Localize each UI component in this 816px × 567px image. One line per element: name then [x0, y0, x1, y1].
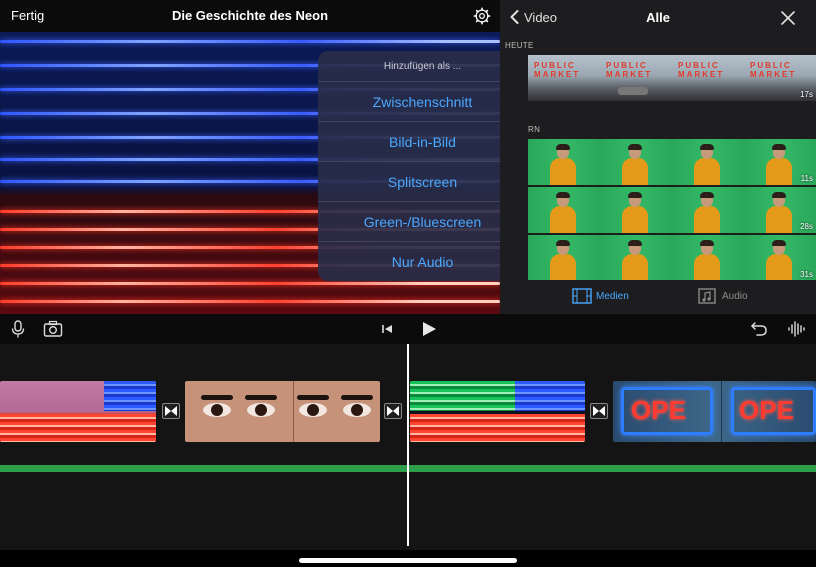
neon-strip — [410, 414, 585, 442]
play-icon[interactable] — [419, 319, 439, 339]
neon-tube — [0, 282, 500, 285]
timeline[interactable]: OPE OPE — [0, 344, 816, 550]
clip-thumbnail — [672, 235, 744, 281]
transition-icon — [387, 406, 399, 416]
person-shape — [694, 144, 720, 185]
neon-strip — [410, 381, 515, 411]
person-shape — [622, 240, 648, 281]
person-shape — [622, 192, 648, 233]
person-shape — [550, 144, 576, 185]
person-shape — [766, 144, 792, 185]
car-shape — [618, 87, 648, 95]
transition-button[interactable] — [384, 403, 402, 419]
neon-strip — [0, 414, 156, 442]
person-shape — [766, 240, 792, 281]
clip-thumbnail: PUBLIC MARKET — [600, 55, 672, 101]
open-sign-text: OPE — [739, 395, 794, 425]
clip-row[interactable]: PUBLIC MARKET PUBLIC MARKET PUBLIC MARKE… — [528, 55, 816, 101]
transition-icon — [593, 406, 605, 416]
eyebrow-shape — [297, 395, 329, 400]
clip-row[interactable]: 11s — [528, 139, 816, 185]
browser-tab-bar: Medien Audio — [500, 280, 816, 314]
tab-label: Medien — [596, 291, 629, 302]
browser-title: Alle — [646, 10, 670, 25]
eyebrow-shape — [201, 395, 233, 400]
clip-thumbnail: PUBLIC MARKET — [672, 55, 744, 101]
eye-shape — [343, 403, 371, 417]
transition-button[interactable] — [590, 403, 608, 419]
clip-thumbnail — [600, 235, 672, 281]
clip-thumbnail — [600, 187, 672, 233]
clip-thumbnail — [672, 139, 744, 185]
media-browser: Video Alle HEUTE PUBLIC MARKET PUBLIC MA… — [500, 0, 816, 314]
clip-row[interactable]: 31s — [528, 235, 816, 281]
person-shape — [694, 192, 720, 233]
person-shape — [622, 144, 648, 185]
section-label-today: HEUTE — [505, 41, 534, 50]
project-title: Die Geschichte des Neon — [171, 8, 329, 23]
popover-item-green-blue-screen[interactable]: Green-/Bluescreen — [318, 202, 527, 242]
section-label-earlier: RN — [528, 125, 541, 134]
music-note-icon — [698, 288, 716, 304]
playhead[interactable] — [407, 344, 409, 546]
home-indicator[interactable] — [299, 558, 517, 563]
gear-icon[interactable] — [473, 7, 491, 25]
close-icon[interactable] — [781, 11, 795, 25]
eyebrow-shape — [341, 395, 373, 400]
timeline-clip[interactable] — [0, 381, 156, 442]
eye-shape — [203, 403, 231, 417]
timeline-clip[interactable]: OPE OPE — [613, 381, 816, 442]
tab-label: Audio — [722, 291, 748, 302]
timeline-clip[interactable] — [410, 381, 585, 442]
clip-thumbnail — [528, 235, 600, 281]
clip-duration: 31s — [800, 270, 813, 279]
timeline-toolbar — [0, 314, 816, 344]
open-sign-text: OPE — [631, 395, 686, 425]
clip-thumbnail — [528, 139, 600, 185]
popover-item-audio-only[interactable]: Nur Audio — [318, 242, 527, 281]
microphone-icon[interactable] — [8, 319, 28, 339]
add-as-popover: Hinzufügen als ... Zwischenschnitt Bild-… — [318, 51, 527, 281]
clip-sign-text: PUBLIC MARKET — [750, 61, 797, 79]
eye-shape — [299, 403, 327, 417]
project-top-bar: Fertig Die Geschichte des Neon — [0, 0, 500, 32]
camera-icon[interactable] — [43, 319, 63, 339]
clip-sign-text: PUBLIC MARKET — [606, 61, 653, 79]
clip-row[interactable]: 28s — [528, 187, 816, 233]
popover-title: Hinzufügen als ... — [318, 51, 527, 82]
clip-thumbnail: PUBLIC MARKET — [528, 55, 600, 101]
neon-tube — [0, 300, 500, 303]
person-shape — [694, 240, 720, 281]
clip-duration: 11s — [800, 174, 813, 183]
eye-shape — [247, 403, 275, 417]
clip-thumbnail — [600, 139, 672, 185]
waveform-icon[interactable] — [787, 319, 807, 339]
neon-tube — [0, 40, 500, 43]
neon-strip — [104, 381, 156, 411]
transition-button[interactable] — [162, 403, 180, 419]
clip-thumbnail — [672, 187, 744, 233]
person-shape — [550, 240, 576, 281]
transition-icon — [165, 406, 177, 416]
clip-sign-text: PUBLIC MARKET — [534, 61, 581, 79]
clip-sign-text: PUBLIC MARKET — [678, 61, 725, 79]
clip-duration: 17s — [800, 90, 813, 99]
popover-item-picture-in-picture[interactable]: Bild-in-Bild — [318, 122, 527, 162]
clip-duration: 28s — [800, 222, 813, 231]
person-shape — [550, 192, 576, 233]
popover-item-split-screen[interactable]: Splitscreen — [318, 162, 527, 202]
clip-thumbnail — [528, 187, 600, 233]
browser-header: Video Alle — [500, 0, 816, 36]
person-shape — [766, 192, 792, 233]
undo-icon[interactable] — [749, 319, 769, 339]
skip-back-icon[interactable] — [378, 319, 398, 339]
neon-strip — [515, 381, 585, 411]
eyebrow-shape — [245, 395, 277, 400]
film-icon — [572, 288, 592, 304]
popover-item-cutaway[interactable]: Zwischenschnitt — [318, 82, 527, 122]
timeline-clip[interactable] — [185, 381, 380, 442]
